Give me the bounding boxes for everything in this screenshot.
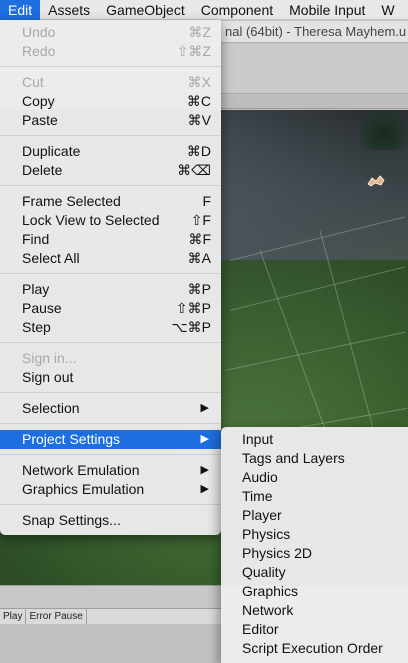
shortcut-label: ⌘X <box>187 74 211 90</box>
menu-separator <box>0 337 221 349</box>
menu-item-label: Project Settings <box>22 431 121 447</box>
menu-bar: Edit Assets GameObject Component Mobile … <box>0 0 408 20</box>
menu-item-label: Play <box>22 281 50 297</box>
menu-item-find[interactable]: Find ⌘F <box>0 230 221 249</box>
shortcut-label: ⌘⌫ <box>177 162 211 178</box>
menu-component[interactable]: Component <box>193 0 281 20</box>
menu-item-label: Redo <box>22 43 56 59</box>
menu-item-label: Select All <box>22 250 80 266</box>
submenu-item-tags-and-layers[interactable]: Tags and Layers <box>221 449 408 468</box>
submenu-arrow-icon: ▶ <box>200 464 209 476</box>
menu-item-frame-selected[interactable]: Frame Selected F <box>0 192 221 211</box>
menu-edit[interactable]: Edit <box>0 0 41 20</box>
menu-item-snap-settings[interactable]: Snap Settings... <box>0 511 221 530</box>
menu-item-label: Graphics Emulation <box>22 481 145 497</box>
submenu-item-graphics[interactable]: Graphics <box>221 582 408 601</box>
menu-window[interactable]: W <box>373 0 402 20</box>
menu-item-graphics-emulation[interactable]: Graphics Emulation ▶ <box>0 480 221 499</box>
menu-item-pause[interactable]: Pause ⇧⌘P <box>0 299 221 318</box>
shortcut-label: ⌘C <box>186 93 211 109</box>
submenu-arrow-icon: ▶ <box>200 402 209 414</box>
menu-separator <box>0 499 221 511</box>
menu-assets[interactable]: Assets <box>40 0 98 20</box>
edit-menu: Undo ⌘Z Redo ⇧⌘Z Cut ⌘X Copy ⌘C Paste ⌘V… <box>0 20 221 535</box>
menu-item-label: Duplicate <box>22 143 81 159</box>
menu-item-select-all[interactable]: Select All ⌘A <box>0 249 221 268</box>
shortcut-label: ⌘D <box>186 143 211 159</box>
menu-separator <box>0 180 221 192</box>
menu-separator <box>0 130 221 142</box>
menu-item-redo[interactable]: Redo ⇧⌘Z <box>0 42 221 61</box>
menu-item-label: Lock View to Selected <box>22 212 160 228</box>
menu-item-project-settings[interactable]: Project Settings ▶ <box>0 430 221 449</box>
menu-item-label: Sign in... <box>22 350 77 366</box>
menu-item-cut[interactable]: Cut ⌘X <box>0 73 221 92</box>
menu-item-label: Cut <box>22 74 44 90</box>
shortcut-label: ⇧F <box>190 212 211 228</box>
shortcut-label: ⌥⌘P <box>171 319 211 335</box>
menu-item-label: Snap Settings... <box>22 512 121 528</box>
menu-separator <box>0 61 221 73</box>
console-play-toggle[interactable]: Play <box>0 608 27 625</box>
window-title: nal (64bit) - Theresa Mayhem.u <box>225 24 407 39</box>
submenu-item-time[interactable]: Time <box>221 487 408 506</box>
menu-item-label: Network Emulation <box>22 462 140 478</box>
menu-separator <box>0 418 221 430</box>
shortcut-label: ⇧⌘P <box>175 300 211 316</box>
menu-item-label: Find <box>22 231 50 247</box>
shortcut-label: ⌘Z <box>188 24 211 40</box>
menu-item-label: Selection <box>22 400 80 416</box>
submenu-item-physics-2d[interactable]: Physics 2D <box>221 544 408 563</box>
submenu-item-quality[interactable]: Quality <box>221 563 408 582</box>
error-pause-toggle[interactable]: Error Pause <box>26 608 87 625</box>
menu-item-delete[interactable]: Delete ⌘⌫ <box>0 161 221 180</box>
menu-item-network-emulation[interactable]: Network Emulation ▶ <box>0 461 221 480</box>
menu-item-copy[interactable]: Copy ⌘C <box>0 92 221 111</box>
menu-item-lock-view[interactable]: Lock View to Selected ⇧F <box>0 211 221 230</box>
menu-gameobject[interactable]: GameObject <box>98 0 193 20</box>
menu-separator <box>0 449 221 461</box>
menu-item-selection[interactable]: Selection ▶ <box>0 399 221 418</box>
menu-item-label: Paste <box>22 112 58 128</box>
menu-item-sign-in[interactable]: Sign in... <box>0 349 221 368</box>
submenu-item-script-execution-order[interactable]: Script Execution Order <box>221 639 408 658</box>
submenu-arrow-icon: ▶ <box>200 483 209 495</box>
menu-item-label: Sign out <box>22 369 74 385</box>
menu-separator <box>0 387 221 399</box>
menu-separator <box>0 268 221 280</box>
menu-item-step[interactable]: Step ⌥⌘P <box>0 318 221 337</box>
menu-item-label: Pause <box>22 300 62 316</box>
menu-item-duplicate[interactable]: Duplicate ⌘D <box>0 142 221 161</box>
shortcut-label: ⌘A <box>187 250 211 266</box>
submenu-item-network[interactable]: Network <box>221 601 408 620</box>
menu-item-play[interactable]: Play ⌘P <box>0 280 221 299</box>
submenu-item-player[interactable]: Player <box>221 506 408 525</box>
character-sprite[interactable] <box>366 174 386 188</box>
menu-item-label: Delete <box>22 162 63 178</box>
submenu-arrow-icon: ▶ <box>200 433 209 445</box>
menu-item-undo[interactable]: Undo ⌘Z <box>0 23 221 42</box>
menu-item-label: Step <box>22 319 51 335</box>
tree-silhouette <box>360 110 408 150</box>
submenu-item-input[interactable]: Input <box>221 430 408 449</box>
submenu-item-physics[interactable]: Physics <box>221 525 408 544</box>
shortcut-label: F <box>202 193 211 209</box>
shortcut-label: ⌘V <box>187 112 211 128</box>
shortcut-label: ⇧⌘Z <box>176 43 211 59</box>
menu-item-paste[interactable]: Paste ⌘V <box>0 111 221 130</box>
menu-mobile-input[interactable]: Mobile Input <box>281 0 373 20</box>
shortcut-label: ⌘F <box>188 231 211 247</box>
shortcut-label: ⌘P <box>187 281 211 297</box>
project-settings-submenu: Input Tags and Layers Audio Time Player … <box>221 427 408 663</box>
menu-item-label: Frame Selected <box>22 193 121 209</box>
menu-item-label: Undo <box>22 24 56 40</box>
submenu-item-audio[interactable]: Audio <box>221 468 408 487</box>
menu-item-sign-out[interactable]: Sign out <box>0 368 221 387</box>
menu-item-label: Copy <box>22 93 55 109</box>
submenu-item-editor[interactable]: Editor <box>221 620 408 639</box>
